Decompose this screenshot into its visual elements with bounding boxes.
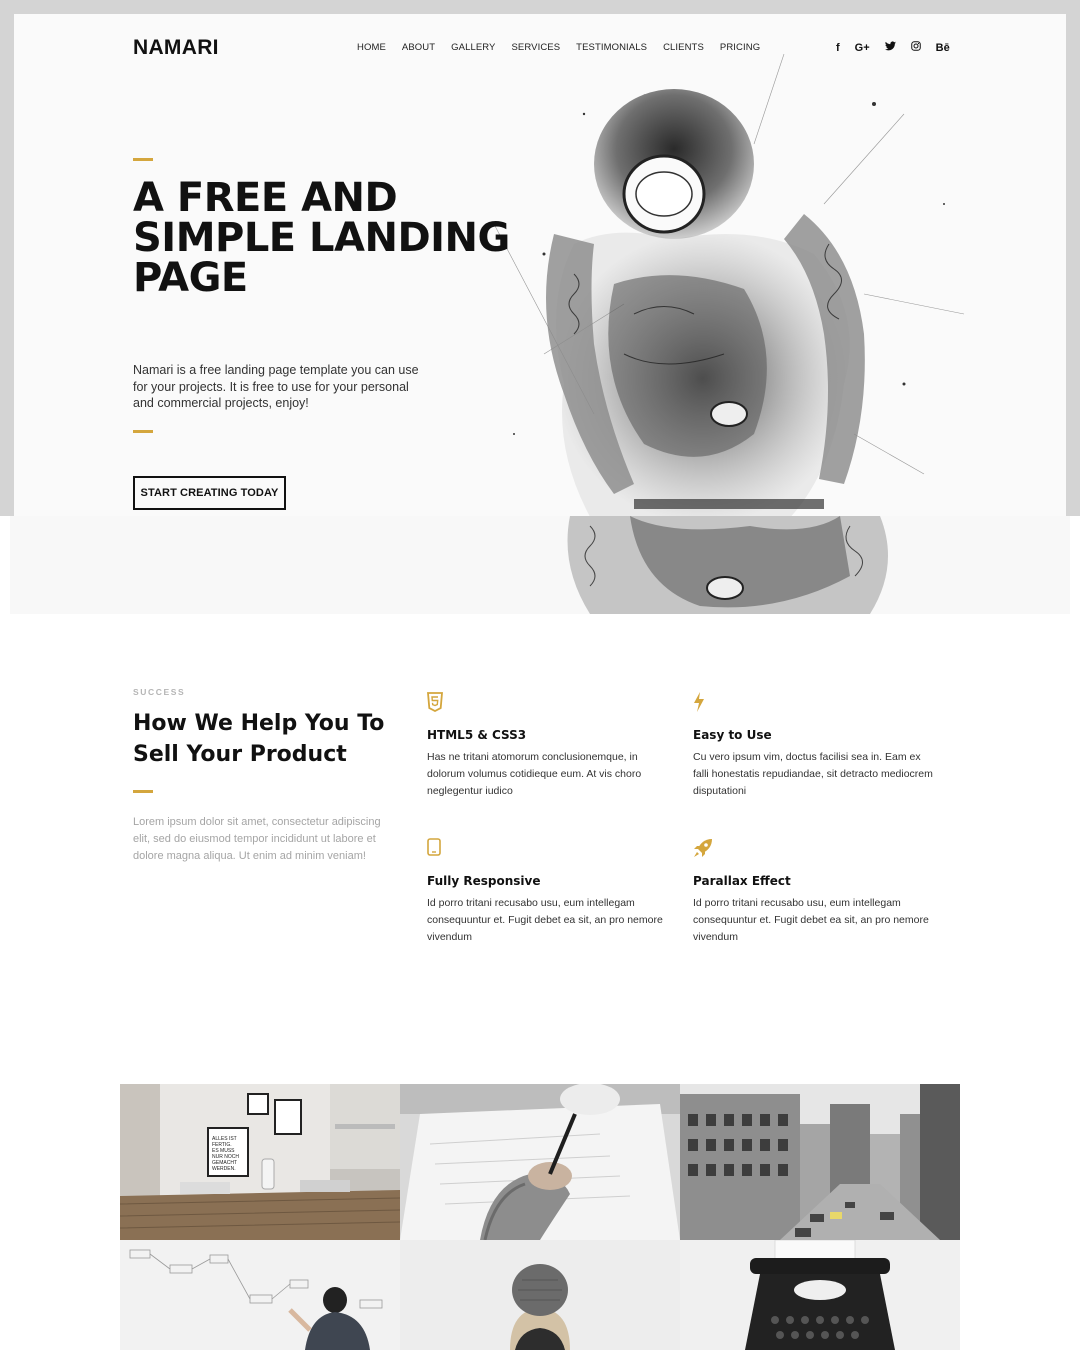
nav-gallery[interactable]: GALLERY [451,42,495,53]
google-plus-icon[interactable]: G+ [855,42,870,54]
feature-html5: HTML5 & CSS3 Has ne tritani atomorum con… [427,692,667,800]
start-creating-button[interactable]: START CREATING TODAY [133,476,286,510]
feature-title: HTML5 & CSS3 [427,728,527,742]
nav-testimonials[interactable]: TESTIMONIALS [576,42,647,53]
nav-home[interactable]: HOME [357,42,386,53]
gallery-tile-typewriter[interactable] [680,1240,960,1350]
gallery-tile-city[interactable] [680,1084,960,1240]
bolt-icon [693,692,713,712]
gallery-tile-whiteboard[interactable] [120,1240,400,1350]
social-links: f G+ Bē [836,41,965,54]
hero-illustration-repeat [567,516,888,614]
nav-services[interactable]: SERVICES [512,42,561,53]
nav-about[interactable]: ABOUT [402,42,435,53]
svg-text:WERDEN.: WERDEN. [212,1166,236,1172]
hero-accent-bar-top [133,158,153,161]
section-title: How We Help You To Sell Your Product [133,711,385,767]
facebook-icon[interactable]: f [836,42,840,54]
hero-description: Namari is a free landing page template y… [133,363,419,410]
rocket-icon [693,838,713,858]
nav-pricing[interactable]: PRICING [720,42,760,53]
main-nav: HOME ABOUT GALLERY SERVICES TESTIMONIALS… [357,42,776,53]
browser-frame-right [1066,0,1080,516]
city-street-photo [680,1084,960,1240]
typewriter-photo [680,1240,960,1350]
feature-text: Id porro tritani recusabo usu, eum intel… [693,897,929,943]
hero-title: A FREE AND SIMPLE LANDING PAGE [133,175,510,301]
feature-parallax-effect: Parallax Effect Id porro tritani recusab… [693,838,933,946]
feature-text: Id porro tritani recusabo usu, eum intel… [427,897,663,943]
html5-icon [427,692,447,713]
feature-title: Parallax Effect [693,874,791,888]
section-description: Lorem ipsum dolor sit amet, consectetur … [133,816,381,862]
behance-icon[interactable]: Bē [936,42,950,54]
hero-illustration [493,54,965,516]
site-logo[interactable]: NAMARI [133,36,219,60]
hero-parallax-strip [10,516,1070,614]
feature-easy-to-use: Easy to Use Cu vero ipsum vim, doctus fa… [693,692,933,800]
section-kicker: SUCCESS [133,687,186,697]
browser-frame-top [0,0,1080,14]
gallery-grid: ALLES IST FERTIG. ES MUSS NUR NOCH GEMAC… [120,1084,960,1350]
gallery-tile-office[interactable]: ALLES IST FERTIG. ES MUSS NUR NOCH GEMAC… [120,1084,400,1240]
browser-frame-left [0,0,14,516]
beanie-person-photo [400,1240,680,1350]
whiteboard-photo [120,1240,400,1350]
feature-title: Easy to Use [693,728,772,742]
office-desk-photo: ALLES IST FERTIG. ES MUSS NUR NOCH GEMAC… [120,1084,400,1240]
hand-writing-photo [400,1084,680,1240]
feature-fully-responsive: Fully Responsive Id porro tritani recusa… [427,838,667,946]
hero-accent-bar-bottom [133,430,153,433]
twitter-icon[interactable] [884,41,896,54]
feature-text: Cu vero ipsum vim, doctus facilisi sea i… [693,751,933,797]
hero-section: NAMARI HOME ABOUT GALLERY SERVICES TESTI… [14,14,1066,516]
nav-clients[interactable]: CLIENTS [663,42,704,53]
tablet-icon [427,838,447,858]
instagram-icon[interactable] [910,41,921,54]
feature-text: Has ne tritani atomorum conclusionemque,… [427,751,642,797]
gallery-tile-beanie[interactable] [400,1240,680,1350]
feature-title: Fully Responsive [427,874,541,888]
gallery-tile-writing[interactable] [400,1084,680,1240]
section-accent-bar [133,790,153,793]
